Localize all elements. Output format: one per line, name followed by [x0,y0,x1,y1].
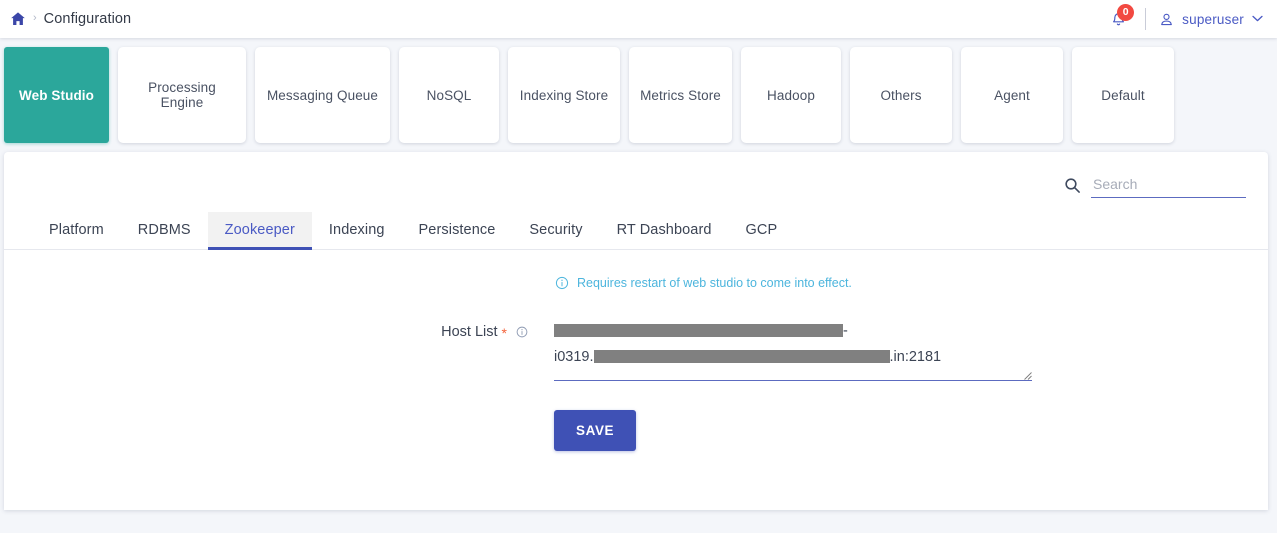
category-card-web-studio[interactable]: Web Studio [4,47,109,143]
notifications-button[interactable]: 0 [1104,11,1133,28]
settings-tabbar: Platform RDBMS Zookeeper Indexing Persis… [4,212,1268,250]
breadcrumb-current: Configuration [44,11,132,27]
host-list-line2-suffix: .in:2181 [890,349,942,365]
save-button[interactable]: SAVE [554,410,636,451]
info-circle-icon [555,276,569,290]
host-list-label: Host List * [4,316,528,340]
host-list-value: - i0319. .in:2181 [554,316,1032,370]
notification-count-badge: 0 [1117,4,1134,21]
chevron-down-icon[interactable] [1252,13,1263,25]
category-card-hadoop[interactable]: Hadoop [741,47,841,143]
host-list-control: - i0319. .in:2181 SAVE [554,316,1032,451]
breadcrumb-separator: › [33,13,37,25]
search-box [1064,176,1246,198]
category-card-strip: Web Studio Processing Engine Messaging Q… [0,38,1277,152]
user-menu[interactable]: superuser [1159,12,1263,27]
configuration-panel: Platform RDBMS Zookeeper Indexing Persis… [4,152,1268,510]
tab-security[interactable]: Security [512,212,599,249]
host-list-label-text: Host List [441,324,497,340]
home-icon[interactable] [10,11,26,27]
form-actions: SAVE [554,410,1032,451]
category-card-messaging-queue[interactable]: Messaging Queue [255,47,390,143]
zookeeper-form: Requires restart of web studio to come i… [4,276,1268,451]
tab-rt-dashboard[interactable]: RT Dashboard [600,212,729,249]
category-card-processing-engine[interactable]: Processing Engine [118,47,246,143]
category-card-nosql[interactable]: NoSQL [399,47,499,143]
search-icon[interactable] [1064,177,1081,198]
category-card-agent[interactable]: Agent [961,47,1063,143]
category-card-others[interactable]: Others [850,47,952,143]
redaction-bar [554,324,843,337]
category-card-indexing-store[interactable]: Indexing Store [508,47,620,143]
tab-persistence[interactable]: Persistence [402,212,513,249]
tab-gcp[interactable]: GCP [729,212,795,249]
restart-notice-text: Requires restart of web studio to come i… [577,276,852,290]
top-header-bar: › Configuration 0 superuser [0,0,1277,38]
host-list-textarea[interactable]: - i0319. .in:2181 [554,316,1032,381]
breadcrumb: › Configuration [8,11,131,27]
category-card-default[interactable]: Default [1072,47,1174,143]
header-divider [1145,8,1146,30]
host-list-info-icon[interactable] [516,326,528,338]
host-list-line1-suffix: - [843,323,848,339]
host-list-line2-prefix: i0319. [554,349,594,365]
tab-rdbms[interactable]: RDBMS [121,212,208,249]
search-input[interactable] [1091,176,1246,198]
category-card-metrics-store[interactable]: Metrics Store [629,47,732,143]
required-asterisk: * [502,324,507,340]
person-icon [1159,12,1174,27]
tab-zookeeper[interactable]: Zookeeper [208,212,312,249]
header-actions: 0 superuser [1104,8,1263,30]
redaction-bar [594,350,890,363]
tab-indexing[interactable]: Indexing [312,212,402,249]
username-label: superuser [1182,12,1244,27]
host-list-field-row: Host List * - i0319. .in:2181 [4,316,1268,451]
restart-notice: Requires restart of web studio to come i… [4,276,1268,290]
tab-platform[interactable]: Platform [32,212,121,249]
search-row [4,152,1268,198]
